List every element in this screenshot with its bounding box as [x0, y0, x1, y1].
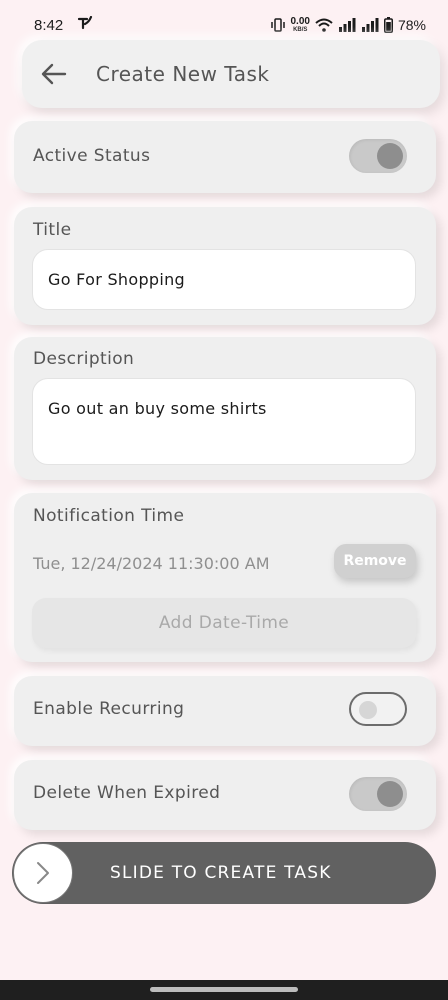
header-bar: Create New Task: [22, 40, 440, 108]
vibrate-icon: [270, 18, 286, 32]
slider-label: SLIDE TO CREATE TASK: [110, 863, 332, 883]
home-handle[interactable]: [150, 987, 298, 992]
description-card: Description Go out an buy some shirts: [14, 337, 436, 480]
network-speed: 0.00 KB/S: [290, 15, 310, 33]
active-status-toggle[interactable]: [349, 139, 407, 173]
active-status-card: Active Status: [14, 121, 436, 193]
description-input[interactable]: Go out an buy some shirts: [32, 378, 416, 465]
description-label: Description: [33, 349, 135, 369]
back-button[interactable]: [38, 58, 70, 90]
delete-expired-label: Delete When Expired: [33, 783, 221, 803]
wifi-icon: [315, 18, 333, 32]
add-date-time-button[interactable]: Add Date-Time: [32, 598, 416, 648]
toggle-knob: [377, 143, 403, 169]
toggle-knob: [359, 701, 377, 719]
signal-icon-2: [361, 18, 379, 32]
chevron-right-icon: [37, 862, 49, 884]
toggle-knob: [377, 781, 403, 807]
notification-label: Notification Time: [33, 506, 185, 526]
recurring-card: Enable Recurring: [14, 676, 436, 746]
recurring-label: Enable Recurring: [33, 699, 185, 719]
delete-expired-toggle[interactable]: [349, 777, 407, 811]
status-time: 8:42: [34, 16, 64, 34]
delete-expired-card: Delete When Expired: [14, 760, 436, 830]
remove-button[interactable]: Remove: [334, 544, 416, 578]
system-nav-bar: [0, 980, 448, 1000]
carrier-icon: [77, 15, 93, 34]
battery-icon: [383, 17, 393, 33]
title-label: Title: [33, 220, 72, 240]
page-title: Create New Task: [96, 62, 270, 86]
slide-to-create-slider[interactable]: SLIDE TO CREATE TASK: [12, 842, 436, 904]
active-status-label: Active Status: [33, 146, 151, 166]
notification-card: Notification Time Tue, 12/24/2024 11:30:…: [14, 493, 436, 662]
signal-icon: [338, 18, 356, 32]
arrow-left-icon: [41, 63, 67, 85]
title-input[interactable]: Go For Shopping: [32, 249, 416, 310]
slider-handle[interactable]: [13, 843, 73, 903]
title-card: Title Go For Shopping: [14, 207, 436, 325]
recurring-toggle[interactable]: [349, 692, 407, 726]
notification-datetime: Tue, 12/24/2024 11:30:00 AM: [33, 554, 270, 573]
battery-percent: 78%: [397, 17, 426, 33]
